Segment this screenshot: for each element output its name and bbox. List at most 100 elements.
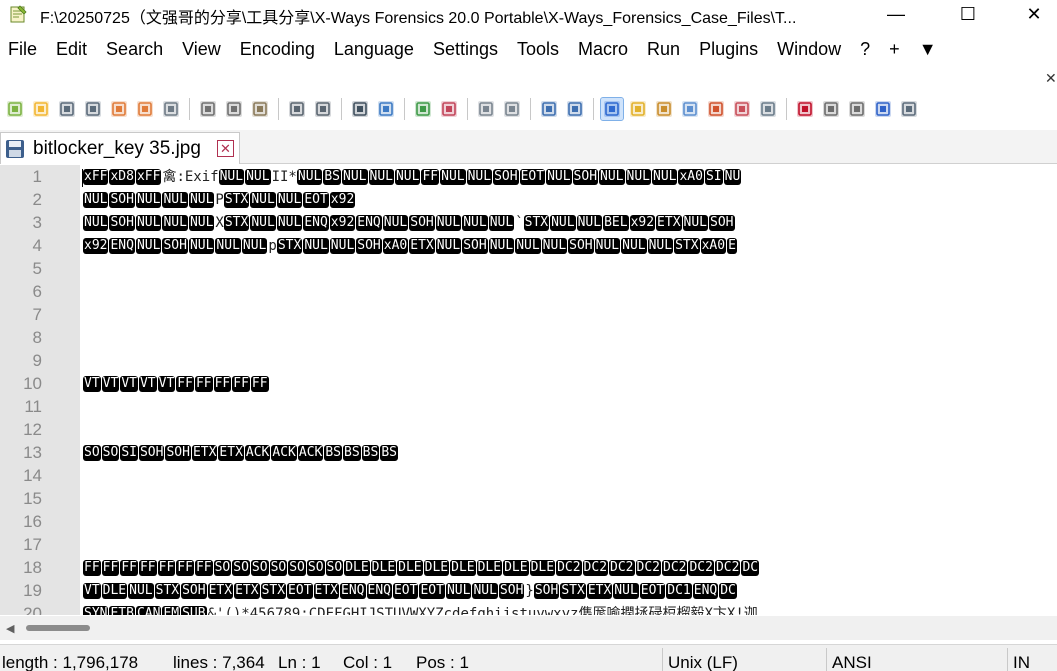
control-char-token: NUL [621,238,647,254]
control-char-token: NUL [276,192,303,208]
tab-document[interactable]: bitlocker_key 35.jpg ✕ [0,132,240,164]
control-char-token: VT [157,376,176,392]
code-line[interactable]: VT VT VT VT VT FF FF FF FF FF [83,373,270,395]
code-line[interactable]: FF FF FF FF FF FF FF SO SO SO SO SO SO SO DLE DLE DLE DLE… [83,557,760,579]
line-number: 3 [32,213,42,232]
horizontal-scrollbar[interactable]: ◀ [0,616,1057,640]
print-icon[interactable] [160,98,182,120]
control-char-token: SYN [83,606,109,615]
document-map-icon[interactable] [653,98,675,120]
line-number: 1 [32,167,42,186]
replace-icon[interactable] [375,98,397,120]
code-line[interactable]: x92 ENQ NUL SOH NUL NUL NUL p STX NUL NUL SOH xA0 ETX… [83,235,738,257]
status-eol-format[interactable]: Unix (LF) [668,653,738,671]
folder-as-workspace-icon[interactable] [731,98,753,120]
user-defined-language-icon[interactable] [627,98,649,120]
line-number: 16 [23,512,42,531]
control-char-token: SO [288,560,306,576]
find-icon[interactable] [349,98,371,120]
code-line[interactable]: SO SO SI SOH SOH ETX ETX ACK ACK ACK BS BS BS BS [83,442,399,464]
menu-overflow-close-icon[interactable]: ✕ [1045,70,1057,87]
menu-item[interactable]: Macro [570,39,639,60]
word-wrap-icon[interactable] [538,98,560,120]
paste-icon[interactable] [249,98,271,120]
redo-icon[interactable] [312,98,334,120]
control-char-token: BS [380,445,398,461]
control-char-token: ENQ [109,238,135,254]
status-insert-mode[interactable]: IN [1013,653,1030,671]
close-file-icon[interactable] [108,98,130,120]
control-char-token: ETX [656,215,682,231]
menu-item[interactable]: Language [326,39,425,60]
toolbar-separator [786,98,787,120]
minimize-button[interactable]: — [873,0,919,28]
close-all-icon[interactable] [134,98,156,120]
control-char-token: DC2 [556,560,582,576]
control-char-token: SOH [165,445,191,461]
control-char-token: NUL [342,169,368,185]
status-lines: lines : 7,364 [173,653,265,671]
indent-guide-icon[interactable] [600,97,624,121]
menu-item[interactable]: ▼ [911,39,948,60]
control-char-token: NUL [576,215,603,231]
code-line[interactable]: SYN ETB CAN EM SUB &'()*456789:CDEFGHIJSTUVWX… [83,603,758,615]
code-line[interactable]: NUL SOH NUL NUL NUL P STX NUL NUL EOT x92 [83,189,356,211]
control-char-token: DLE [101,583,128,599]
record-macro-icon[interactable] [794,98,816,120]
zoom-in-icon[interactable] [412,98,434,120]
cut-icon[interactable] [197,98,219,120]
stop-recording-icon[interactable] [820,98,842,120]
menu-item[interactable]: Edit [48,39,98,60]
menu-item[interactable]: ? [852,39,881,60]
open-file-icon[interactable] [30,98,52,120]
maximize-button[interactable]: ☐ [945,0,991,28]
sync-horizontal-icon[interactable] [501,98,523,120]
tab-close-icon[interactable]: ✕ [217,140,234,157]
control-char-token: DC2 [609,560,635,576]
control-char-token: NUL [647,238,674,254]
copy-icon[interactable] [223,98,245,120]
control-char-token: ENQ [340,583,366,599]
run-macro-multiple-icon[interactable] [872,98,894,120]
save-all-icon[interactable] [82,98,104,120]
control-char-token: STX [260,583,287,599]
playback-macro-icon[interactable] [846,98,868,120]
monitoring-icon[interactable] [757,98,779,120]
menu-item[interactable]: View [174,39,232,60]
menu-item[interactable]: Window [769,39,852,60]
close-window-button[interactable]: ✕ [1011,0,1057,28]
control-char-token: NUL [440,169,466,185]
menu-item[interactable]: File [0,39,48,60]
menu-item[interactable]: Search [98,39,174,60]
undo-icon[interactable] [286,98,308,120]
control-char-token: STX [523,215,550,231]
menu-item[interactable]: Run [639,39,691,60]
zoom-out-icon[interactable] [438,98,460,120]
show-all-characters-icon[interactable] [564,98,586,120]
new-file-icon[interactable] [4,98,26,120]
control-char-token: DC2 [714,560,741,576]
status-encoding[interactable]: ANSI [832,653,872,671]
code-line[interactable]: VT DLE NUL STX SOH ETX ETX STX EOT ETX ENQ ENQ EOT EO… [83,580,738,602]
scroll-left-icon[interactable]: ◀ [6,622,14,635]
sync-vertical-icon[interactable] [475,98,497,120]
text-token: } [525,583,534,599]
control-char-token: EOT [287,583,313,599]
document-list-icon[interactable] [679,98,701,120]
control-char-token: NUL [625,169,651,185]
menu-item[interactable]: Plugins [691,39,769,60]
menu-item[interactable]: Tools [509,39,570,60]
save-macro-icon[interactable] [898,98,920,120]
function-list-icon[interactable] [705,98,727,120]
toolbar-separator [593,98,594,120]
code-line[interactable]: xFF xD8 xFF 禽:Exif NUL NUL II* NUL BS NUL NUL NUL FF… [83,166,742,188]
control-char-token: NUL [135,192,162,208]
menu-item[interactable]: Settings [425,39,509,60]
menu-item[interactable]: Encoding [232,39,326,60]
editor-area[interactable]: 1 2 3 4 5 6 7 8 9 10 11 12 13 14 15 16 17 18 19 20 xFF xD8 xF… [0,165,1057,615]
menu-item[interactable]: + [881,39,911,60]
control-char-token: NUL [135,215,162,231]
code-line[interactable]: NUL SOH NUL NUL NUL X STX NUL NUL ENQ x92 ENQ NUL SOH… [83,212,736,234]
save-icon[interactable] [56,98,78,120]
scrollbar-thumb[interactable] [26,625,90,631]
